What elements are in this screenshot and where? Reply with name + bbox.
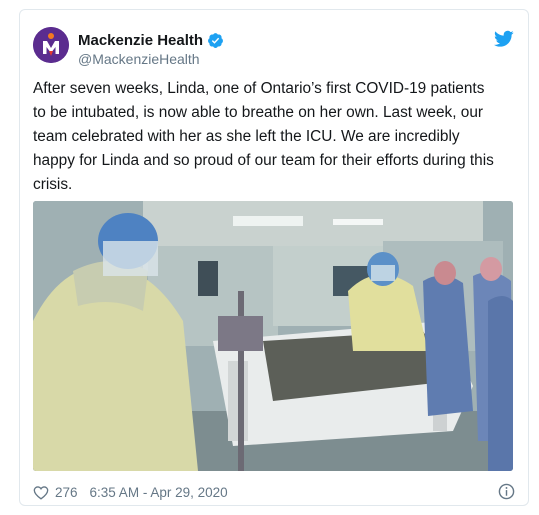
heart-icon[interactable]: [33, 485, 49, 500]
tweet-photo[interactable]: [33, 201, 513, 471]
author-avatar[interactable]: [33, 27, 69, 63]
like-count[interactable]: 276: [55, 485, 78, 500]
tweet-card[interactable]: Mackenzie Health @MackenzieHealth After …: [19, 9, 529, 506]
author-display-name[interactable]: Mackenzie Health: [78, 32, 203, 49]
info-icon[interactable]: [498, 483, 515, 500]
tweet-footer: 276 6:35 AM - Apr 29, 2020: [33, 482, 515, 502]
icu-photo-image: [33, 201, 513, 471]
verified-badge-icon: [208, 32, 223, 48]
author-handle[interactable]: @MackenzieHealth: [78, 51, 200, 67]
author-name-row[interactable]: Mackenzie Health: [78, 30, 224, 50]
tweet-text: After seven weeks, Linda, one of Ontario…: [33, 80, 494, 193]
tweet-timestamp[interactable]: 6:35 AM - Apr 29, 2020: [90, 485, 228, 500]
mackenzie-health-logo-icon: [33, 27, 69, 63]
twitter-bird-icon[interactable]: [494, 30, 514, 48]
